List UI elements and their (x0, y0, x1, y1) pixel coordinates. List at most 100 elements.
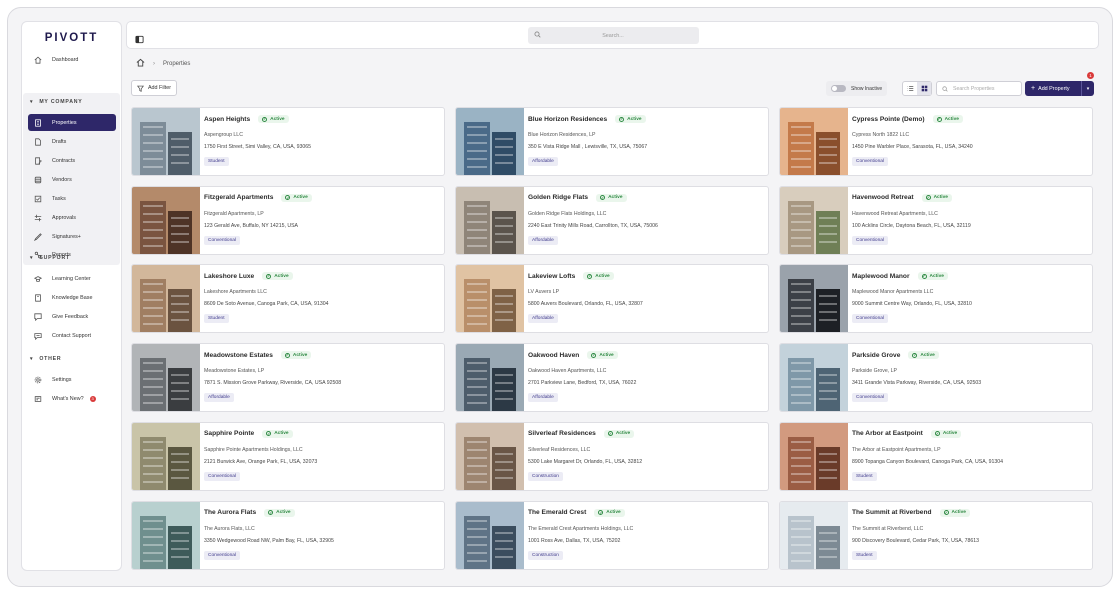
toggle-switch[interactable] (831, 85, 846, 92)
property-card[interactable]: The Summit at Riverbend ✓ Active The Summit… (779, 500, 1093, 570)
property-address: 2121 Burwick Ave, Orange Park, FL, USA, … (204, 458, 318, 465)
property-address: 3350 Wedgewood Road NW, Palm Bay, FL, US… (204, 537, 334, 544)
property-type-tag: Affordable (528, 314, 558, 324)
status-badge: ✓ Active (917, 272, 948, 281)
property-card[interactable]: Blue Horizon Residences ✓ Active Blue Horiz… (455, 107, 769, 176)
show-inactive-toggle[interactable]: Show Inactive (826, 81, 887, 96)
property-card[interactable]: Cypress Pointe (Demo) ✓ Active Cypress Nort… (779, 107, 1093, 176)
property-card[interactable]: Meadowstone Estates ✓ Active Meadowstone Es… (131, 343, 445, 413)
property-photo (456, 186, 524, 254)
search-icon (534, 31, 541, 40)
property-type-tag: Conventional (852, 157, 889, 166)
sidebar-item-learning-center[interactable]: Learning Center (28, 270, 116, 287)
status-label: Active (606, 510, 621, 515)
property-name[interactable]: Havenwood Retreat (852, 194, 914, 201)
my-company-heading[interactable]: ▾ MY COMPANY (30, 99, 83, 105)
property-type-tag: Conventional (852, 393, 889, 403)
status-label: Active (274, 431, 289, 437)
add-property-button[interactable]: + Add Property ▾ (1025, 81, 1094, 96)
property-name[interactable]: Parkside Grove (852, 352, 900, 359)
sidebar-item-signatures[interactable]: Signatures+ (28, 228, 116, 245)
sidebar-item-vendors[interactable]: Vendors (28, 171, 116, 188)
other-heading[interactable]: ▾ OTHER (30, 356, 61, 362)
sidebar-item-settings[interactable]: Settings (28, 371, 116, 388)
property-name[interactable]: Silverleaf Residences (528, 430, 596, 437)
property-name[interactable]: Oakwood Haven (528, 352, 579, 359)
property-name[interactable]: Meadowstone Estates (204, 352, 273, 359)
support-heading[interactable]: ▾ SUPPORT (30, 255, 70, 261)
property-type-tag: Conventional (852, 314, 889, 324)
property-owner: Maplewood Manor Apartments LLC (852, 289, 934, 296)
grid-view-icon[interactable] (917, 82, 931, 95)
signature-icon (33, 232, 42, 241)
property-card[interactable]: Maplewood Manor ✓ Active Maplewood Manor Ap… (779, 264, 1093, 334)
property-photo (780, 422, 848, 490)
sidebar-item-whats-new[interactable]: What's New? 3 (28, 390, 116, 407)
property-photo (780, 265, 848, 333)
home-icon[interactable] (136, 58, 145, 69)
property-card[interactable]: Lakeview Lofts ✓ Active LV Auvers LP 5800 Au… (455, 264, 769, 334)
sidebar-item-approvals[interactable]: Approvals (28, 209, 116, 226)
property-card[interactable]: Havenwood Retreat ✓ Active Havenwood Retrea… (779, 185, 1093, 255)
sidebar-item-give-feedback[interactable]: Give Feedback (28, 308, 116, 325)
card-title-row: Havenwood Retreat ✓ Active (852, 193, 952, 202)
property-name[interactable]: The Emerald Crest (528, 509, 586, 516)
status-label: Active (920, 352, 935, 358)
sidebar-item-label: Contact Support (52, 332, 91, 339)
chevron-down-icon: ▾ (30, 356, 34, 362)
property-card[interactable]: Golden Ridge Flats ✓ Active Golden Ridge Fl… (455, 185, 769, 255)
property-name[interactable]: The Arbor at Eastpoint (852, 430, 923, 437)
property-photo (132, 265, 200, 333)
property-name[interactable]: Blue Horizon Residences (528, 116, 607, 123)
sidebar-item-dashboard[interactable]: Dashboard (28, 51, 116, 68)
property-card[interactable]: Silverleaf Residences ✓ Active Silverleaf R… (455, 421, 769, 491)
property-name[interactable]: The Aurora Flats (204, 509, 256, 516)
add-filter-button[interactable]: Add Filter (131, 80, 177, 96)
global-search-input[interactable]: Search... (528, 27, 699, 44)
property-name[interactable]: Fitzgerald Apartments (204, 194, 273, 201)
status-label: Active (292, 352, 308, 358)
property-name[interactable]: Golden Ridge Flats (528, 194, 588, 201)
property-owner: Meadowstone Estates, LP (204, 368, 265, 375)
sidebar-item-properties[interactable]: Properties (28, 114, 116, 131)
property-card[interactable]: Lakeshore Luxe ✓ Active Lakeshore Apartment… (131, 264, 445, 334)
property-card[interactable]: Sapphire Pointe ✓ Active Sapphire Pointe Ap… (131, 421, 445, 491)
card-title-row: Lakeview Lofts ✓ Active (528, 272, 614, 281)
property-name[interactable]: Sapphire Pointe (204, 430, 254, 437)
property-owner: Golden Ridge Flats Holdings, LLC (528, 210, 607, 217)
property-name[interactable]: Lakeshore Luxe (204, 273, 254, 280)
property-name[interactable]: Aspen Heights (204, 116, 250, 123)
property-card[interactable]: Parkside Grove ✓ Active Parkside Grove, LP 3… (779, 343, 1093, 413)
property-card[interactable]: Oakwood Haven ✓ Active Oakwood Haven Apartm… (455, 343, 769, 413)
property-owner: Cypress North 1822 LLC (852, 132, 910, 138)
sidebar-item-drafts[interactable]: Drafts (28, 133, 116, 150)
add-property-label: Add Property (1038, 85, 1070, 92)
list-view-icon[interactable] (903, 82, 917, 95)
property-card[interactable]: Fitzgerald Apartments ✓ Active Fitzgerald A… (131, 185, 445, 255)
property-search-input[interactable]: Search Properties (936, 81, 1022, 96)
card-title-row: The Emerald Crest ✓ Active (528, 508, 625, 517)
sidebar-item-tasks[interactable]: Tasks (28, 190, 116, 207)
sidebar-toggle-icon[interactable] (135, 31, 144, 44)
sidebar-item-contact-support[interactable]: Contact Support (28, 327, 116, 344)
status-label: Active (627, 116, 642, 122)
status-label: Active (933, 195, 948, 201)
property-name[interactable]: The Summit at Riverbend (852, 509, 932, 516)
sidebar-item-contracts[interactable]: Contracts (28, 152, 116, 169)
property-name[interactable]: Cypress Pointe (Demo) (852, 116, 925, 123)
property-card[interactable]: The Arbor at Eastpoint ✓ Active The Arbor a… (779, 421, 1093, 491)
status-badge: ✓ Active (939, 508, 970, 517)
sidebar-item-knowledge-base[interactable]: Knowledge Base (28, 289, 116, 306)
property-address: 7871 S. Mission Grove Parkway, Riverside… (204, 380, 342, 387)
property-card[interactable]: The Aurora Flats ✓ Active The Aurora Flats,… (131, 500, 445, 570)
property-card[interactable]: The Emerald Crest ✓ Active The Emerald Cres… (455, 500, 769, 570)
notification-badge: 1 (1087, 72, 1094, 79)
sidebar-item-label: Vendors (52, 176, 72, 183)
property-name[interactable]: Maplewood Manor (852, 273, 910, 280)
chevron-down-icon[interactable]: ▾ (1081, 81, 1094, 96)
property-name[interactable]: Lakeview Lofts (528, 273, 575, 280)
property-photo (132, 108, 200, 175)
property-card[interactable]: Aspen Heights ✓ Active Aspengroup LLC 1750 F… (131, 107, 445, 176)
card-title-row: The Arbor at Eastpoint ✓ Active (852, 429, 962, 438)
property-address: 1001 Ross Ave, Dallas, TX, USA, 75202 (528, 537, 621, 544)
